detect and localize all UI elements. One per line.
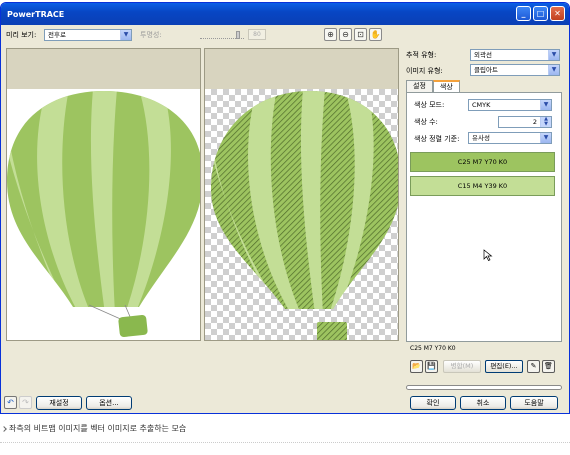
eyedropper-icon[interactable]: ✎ bbox=[527, 360, 540, 373]
save-palette-icon[interactable]: 💾 bbox=[425, 360, 438, 373]
spinner-arrows-icon[interactable]: ▲ ▼ bbox=[540, 117, 551, 127]
chevron-down-icon: ▼ bbox=[540, 100, 551, 110]
color-count-value: 2 bbox=[532, 118, 537, 126]
edit-color-button[interactable]: 편집(E)... bbox=[485, 360, 523, 373]
preview-label: 미리 보기: bbox=[6, 31, 37, 39]
ok-button[interactable]: 확인 bbox=[410, 396, 456, 410]
traced-preview-pane[interactable] bbox=[204, 48, 399, 341]
transparency-slider[interactable] bbox=[200, 31, 244, 39]
close-icon[interactable]: ✕ bbox=[550, 6, 565, 21]
color-mode-label: 색상 모드: bbox=[414, 101, 445, 109]
preview-value: 전후로 bbox=[48, 31, 66, 39]
title-bar[interactable]: PowerTRACE _ □ ✕ bbox=[1, 3, 569, 25]
original-balloon-image bbox=[7, 91, 200, 338]
chevron-down-icon: ▼ bbox=[548, 65, 559, 75]
image-type-value: 클립아트 bbox=[474, 66, 498, 74]
merge-button[interactable]: 병합(M) bbox=[443, 360, 481, 373]
transparency-value[interactable]: 80 bbox=[248, 29, 266, 40]
mouse-cursor-icon bbox=[483, 249, 493, 261]
traced-vector-area bbox=[205, 89, 398, 340]
original-bitmap-area bbox=[7, 89, 200, 340]
pan-hand-icon[interactable]: ✋ bbox=[369, 28, 382, 41]
chevron-down-icon: ▼ bbox=[548, 50, 559, 60]
caption-text: 좌측의 비트맵 이미지를 벡터 이미지로 추출하는 모습 bbox=[9, 424, 187, 433]
progress-bar bbox=[406, 385, 562, 390]
figure-caption: 좌측의 비트맵 이미지를 벡터 이미지로 추출하는 모습 bbox=[1, 423, 187, 434]
selected-color-info: C25 M7 Y70 K0 bbox=[410, 345, 456, 352]
sort-by-value: 유사성 bbox=[472, 134, 490, 142]
image-type-label: 이미지 유형: bbox=[406, 67, 443, 75]
sort-by-select[interactable]: 유사성 ▼ bbox=[468, 132, 552, 144]
color-tab-panel bbox=[406, 92, 562, 342]
reset-button[interactable]: 재설정 bbox=[36, 396, 82, 410]
redo-icon[interactable]: ↷ bbox=[19, 396, 32, 409]
fit-icon[interactable]: ⊡ bbox=[354, 28, 367, 41]
trash-icon[interactable]: 🗑 bbox=[542, 360, 555, 373]
color-swatch-2[interactable]: C15 M4 Y39 K0 bbox=[410, 176, 555, 196]
chevron-down-icon: ▼ bbox=[540, 133, 551, 143]
color-swatch-1[interactable]: C25 M7 Y70 K0 bbox=[410, 152, 555, 172]
swatch-label: C25 M7 Y70 K0 bbox=[457, 158, 508, 166]
cancel-button[interactable]: 취소 bbox=[460, 396, 506, 410]
settings-tabs: 설정 색상 bbox=[406, 80, 460, 93]
minimize-icon[interactable]: _ bbox=[516, 6, 531, 21]
transparency-label: 투명성: bbox=[140, 31, 162, 39]
color-mode-select[interactable]: CMYK ▼ bbox=[468, 99, 552, 111]
tab-settings[interactable]: 설정 bbox=[406, 80, 433, 92]
window-controls: _ □ ✕ bbox=[516, 6, 565, 21]
zoom-in-icon[interactable]: ⊕ bbox=[324, 28, 337, 41]
maximize-icon[interactable]: □ bbox=[533, 6, 548, 21]
trace-type-label: 추적 유형: bbox=[406, 51, 437, 59]
options-button[interactable]: 옵션... bbox=[86, 396, 132, 410]
preview-select[interactable]: 전후로 ▼ bbox=[44, 29, 132, 41]
original-preview-pane[interactable] bbox=[6, 48, 201, 341]
color-count-spinner[interactable]: 2 ▲ ▼ bbox=[498, 116, 552, 128]
image-type-select[interactable]: 클립아트 ▼ bbox=[470, 64, 560, 76]
trace-type-value: 외곽선 bbox=[474, 51, 492, 59]
bullet-arrow-icon bbox=[1, 425, 7, 432]
sort-by-label: 색상 정렬 기준: bbox=[414, 135, 460, 143]
swatch-label: C15 M4 Y39 K0 bbox=[457, 182, 508, 190]
undo-icon[interactable]: ↶ bbox=[4, 396, 17, 409]
slider-thumb[interactable] bbox=[236, 31, 240, 39]
page: PowerTRACE _ □ ✕ 미리 보기: 전후로 ▼ 투명성: 80 ⊕ … bbox=[0, 0, 570, 455]
traced-balloon-image bbox=[211, 91, 398, 340]
help-button[interactable]: 도움말 bbox=[510, 396, 558, 410]
caption-divider bbox=[0, 442, 570, 443]
chevron-down-icon: ▼ bbox=[120, 30, 131, 40]
open-palette-icon[interactable]: 📂 bbox=[410, 360, 423, 373]
zoom-out-icon[interactable]: ⊖ bbox=[339, 28, 352, 41]
color-count-label: 색상 수: bbox=[414, 118, 438, 126]
color-mode-value: CMYK bbox=[472, 101, 491, 109]
window-title: PowerTRACE bbox=[7, 9, 65, 19]
trace-type-select[interactable]: 외곽선 ▼ bbox=[470, 49, 560, 61]
